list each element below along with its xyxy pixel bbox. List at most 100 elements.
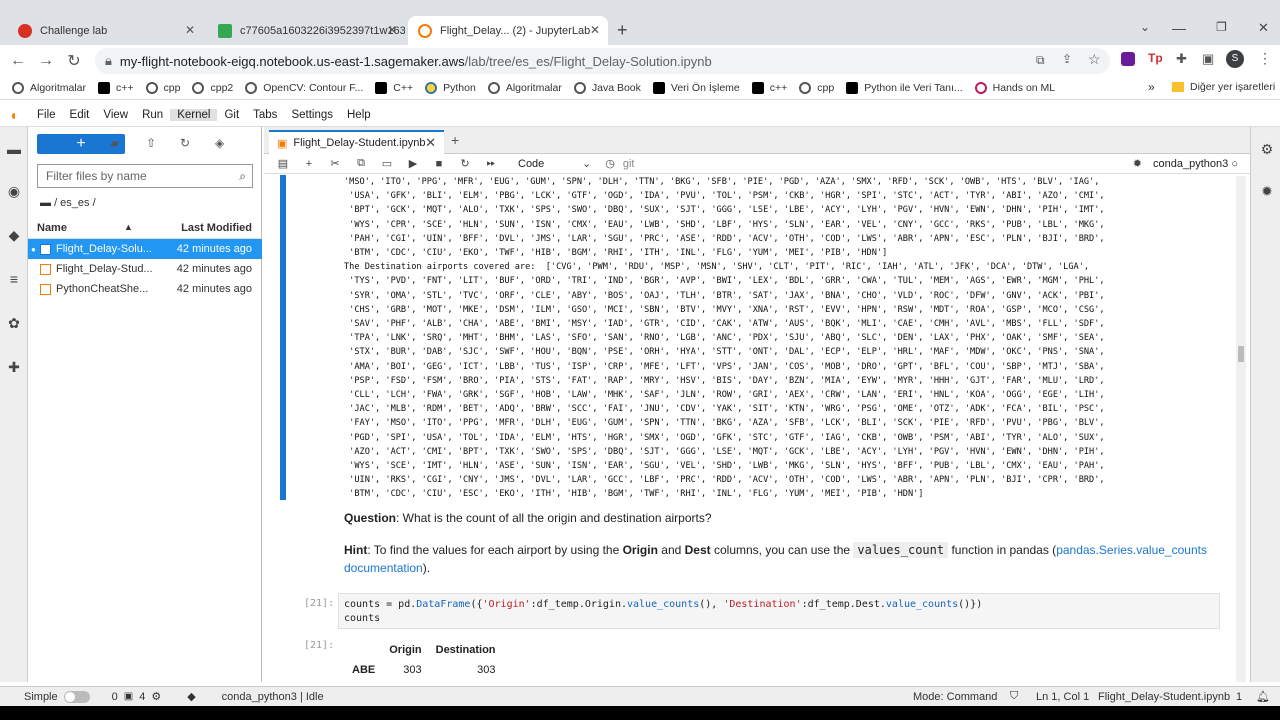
breadcrumb[interactable]: ▬ / es_es / bbox=[40, 197, 96, 209]
fast-forward-icon[interactable]: ⏩︎ bbox=[484, 157, 498, 170]
git-clone-icon[interactable]: ◈ bbox=[215, 136, 224, 150]
browser-tab-aws[interactable]: c77605a1603226i3952397t1w1632: ✕ bbox=[208, 16, 405, 45]
minimize-icon[interactable]: — bbox=[1172, 20, 1186, 36]
tp-extension-icon[interactable]: Tp bbox=[1148, 51, 1163, 65]
menu-tabs[interactable]: Tabs bbox=[246, 109, 284, 121]
toc-icon[interactable]: ≡ bbox=[6, 271, 22, 287]
paste-icon[interactable]: ▭ bbox=[380, 157, 394, 170]
simple-mode-toggle[interactable] bbox=[63, 690, 90, 703]
add-tab-icon[interactable]: + bbox=[451, 132, 459, 148]
star-icon[interactable]: ☆ bbox=[1088, 51, 1101, 68]
tab-notebook[interactable]: ▣ Flight_Delay-Student.ipynb ✕ bbox=[269, 130, 444, 154]
git-label[interactable]: git bbox=[623, 158, 635, 170]
bookmark-item[interactable]: OpenCV: Contour F... bbox=[245, 81, 363, 94]
running-icon[interactable]: ◉ bbox=[6, 183, 22, 199]
puzzle-icon[interactable]: ✚ bbox=[1176, 51, 1187, 67]
bell-icon[interactable]: 🔔︎ bbox=[1256, 690, 1270, 703]
window-close-icon[interactable]: ✕ bbox=[1258, 20, 1269, 36]
bookmark-item[interactable]: cpp bbox=[145, 81, 180, 94]
close-icon[interactable]: ✕ bbox=[185, 23, 195, 37]
restart-icon[interactable]: ↻ bbox=[458, 157, 472, 170]
forward-icon[interactable]: → bbox=[32, 52, 60, 70]
close-icon[interactable]: ✕ bbox=[387, 23, 397, 37]
more-bookmarks-icon[interactable]: » bbox=[1148, 80, 1155, 94]
kebab-menu-icon[interactable]: ⋮ bbox=[1258, 50, 1272, 67]
menu-edit[interactable]: Edit bbox=[63, 109, 97, 121]
column-last-modified[interactable]: Last Modified bbox=[181, 222, 252, 234]
kernel-status[interactable]: conda_python3 | Idle bbox=[222, 691, 324, 703]
upload-icon[interactable]: ⇧ bbox=[146, 136, 156, 150]
terminals-count[interactable]: 0 bbox=[112, 691, 118, 703]
column-name[interactable]: Name bbox=[37, 222, 67, 234]
copy-icon[interactable]: ⧉ bbox=[354, 157, 368, 170]
browser-tab-jupyterlab[interactable]: Flight_Delay... (2) - JupyterLab ✕ bbox=[408, 16, 608, 45]
active-cell-indicator[interactable] bbox=[280, 175, 286, 500]
cell-type-select[interactable]: Code bbox=[518, 158, 578, 170]
refresh-icon[interactable]: ↻ bbox=[180, 136, 190, 150]
file-item[interactable]: PythonCheatShe... 42 minutes ago bbox=[28, 279, 262, 299]
close-icon[interactable]: ✕ bbox=[590, 23, 600, 37]
bookmark-item[interactable]: cpp2 bbox=[192, 81, 233, 94]
menu-view[interactable]: View bbox=[96, 109, 135, 121]
bookmark-item[interactable]: Java Book bbox=[573, 81, 641, 94]
file-item[interactable]: Flight_Delay-Stud... 42 minutes ago bbox=[28, 259, 262, 279]
translate-icon[interactable]: ⧉ bbox=[1036, 53, 1045, 68]
extensions-icon[interactable]: ✚ bbox=[6, 359, 22, 375]
scrollbar-thumb[interactable] bbox=[1238, 346, 1244, 362]
add-cell-icon[interactable]: + bbox=[302, 158, 316, 170]
bookmark-item[interactable]: Python bbox=[425, 81, 476, 94]
git-icon[interactable]: ◆ bbox=[187, 690, 195, 703]
menu-help[interactable]: Help bbox=[340, 109, 378, 121]
other-bookmarks[interactable]: Diğer yer işaretleri bbox=[1172, 81, 1275, 93]
chevron-down-icon[interactable]: ⌄ bbox=[1140, 20, 1150, 34]
new-folder-icon[interactable]: ▰ bbox=[110, 136, 119, 150]
menu-kernel[interactable]: Kernel bbox=[170, 108, 218, 121]
chevron-down-icon[interactable]: ⌄ bbox=[582, 157, 591, 170]
reload-icon[interactable]: ↻ bbox=[60, 51, 88, 71]
maximize-icon[interactable]: ❐ bbox=[1216, 20, 1227, 34]
browser-tab-challenge-lab[interactable]: Challenge lab ✕ bbox=[8, 16, 203, 45]
sidepanel-icon[interactable]: ▣ bbox=[1202, 51, 1214, 67]
folder-icon[interactable]: ▬ bbox=[6, 141, 22, 157]
menu-file[interactable]: File bbox=[30, 109, 63, 121]
avatar[interactable]: S bbox=[1226, 50, 1244, 68]
filter-files-input[interactable]: Filter files by name ⌕ bbox=[37, 164, 253, 188]
run-icon[interactable]: ▶ bbox=[406, 157, 420, 170]
menu-git[interactable]: Git bbox=[217, 109, 246, 121]
cursor-position[interactable]: Ln 1, Col 1 bbox=[1036, 691, 1089, 703]
bug-icon[interactable]: ✹ bbox=[1133, 157, 1142, 170]
jupyter-icon bbox=[418, 23, 432, 38]
kernel-name[interactable]: conda_python3 ○ bbox=[1153, 158, 1238, 170]
save-icon[interactable]: ▤ bbox=[276, 157, 290, 170]
extension-icon[interactable] bbox=[1121, 52, 1135, 66]
bookmark-item[interactable]: Python ile Veri Tanı... bbox=[846, 81, 963, 94]
url-field[interactable]: 🔒︎ my-flight-notebook-eigq.notebook.us-e… bbox=[95, 48, 1110, 74]
settings-icon[interactable]: ⚙ bbox=[1259, 141, 1275, 157]
cut-icon[interactable]: ✂ bbox=[328, 157, 342, 170]
bookmark-item[interactable]: Algoritmalar bbox=[12, 81, 86, 94]
bookmark-item[interactable]: C++ bbox=[375, 81, 413, 94]
kernels-count[interactable]: 4 bbox=[139, 691, 145, 703]
git-icon[interactable]: ◆ bbox=[6, 227, 22, 243]
bookmark-item[interactable]: Veri Ön İşleme bbox=[652, 81, 740, 94]
stop-icon[interactable]: ■ bbox=[432, 158, 446, 170]
menu-settings[interactable]: Settings bbox=[284, 109, 340, 121]
file-item[interactable]: ● Flight_Delay-Solu... 42 minutes ago bbox=[28, 239, 262, 259]
clock-icon[interactable]: ◷ bbox=[605, 157, 615, 170]
scrollbar[interactable] bbox=[1236, 176, 1246, 682]
code-cell-input[interactable]: counts = pd.DataFrame({'Origin':df_temp.… bbox=[338, 593, 1220, 629]
back-icon[interactable]: ← bbox=[4, 52, 32, 70]
share-icon[interactable]: ⇪ bbox=[1062, 52, 1072, 66]
bookmark-item[interactable]: c++ bbox=[751, 81, 787, 94]
close-icon[interactable]: ✕ bbox=[425, 135, 436, 151]
bookmark-item[interactable]: c++ bbox=[98, 81, 134, 94]
palette-icon[interactable]: ✿ bbox=[6, 315, 22, 331]
debugger-icon[interactable]: ✹ bbox=[1259, 183, 1275, 199]
bookmark-item[interactable]: Hands on ML bbox=[974, 81, 1055, 94]
new-tab-icon[interactable]: + bbox=[617, 20, 628, 41]
bookmark-item[interactable]: cpp bbox=[799, 81, 834, 94]
bookmark-item[interactable]: Algoritmalar bbox=[487, 81, 562, 94]
shield-icon[interactable]: ⛉ bbox=[1010, 690, 1018, 703]
menu-run[interactable]: Run bbox=[135, 109, 170, 121]
notification-count[interactable]: 1 bbox=[1236, 691, 1242, 703]
